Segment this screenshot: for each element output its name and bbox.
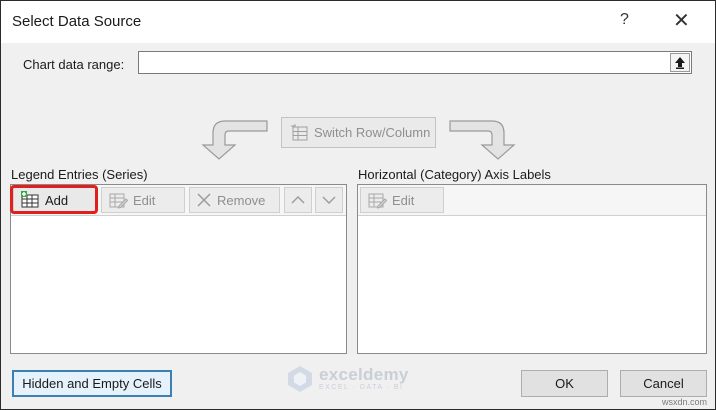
chart-data-range-input[interactable]: [138, 51, 692, 74]
ok-label: OK: [555, 376, 574, 391]
left-curved-arrow-icon: [201, 120, 268, 160]
right-curved-arrow-icon: [449, 120, 516, 160]
switch-row-column-label: Switch Row/Column: [314, 125, 431, 140]
select-data-source-dialog: Select Data Source ? ✕ Chart data range:…: [0, 0, 716, 410]
switch-row-column-button[interactable]: Switch Row/Column: [281, 117, 436, 148]
move-down-button[interactable]: [315, 187, 343, 213]
legend-toolbar: Add Edit Remove: [11, 185, 346, 216]
cancel-button[interactable]: Cancel: [620, 370, 707, 397]
help-button[interactable]: ?: [620, 11, 629, 29]
table-add-icon: [21, 191, 39, 208]
close-button[interactable]: ✕: [673, 8, 690, 33]
hidden-empty-cells-label: Hidden and Empty Cells: [22, 376, 162, 391]
legend-entries-label: Legend Entries (Series): [11, 167, 148, 182]
axis-toolbar: Edit: [358, 185, 706, 216]
axis-labels-list[interactable]: [358, 216, 706, 353]
cancel-label: Cancel: [643, 376, 684, 391]
logo-name: exceldemy: [319, 365, 409, 384]
remove-series-label: Remove: [217, 192, 266, 208]
logo-tagline: EXCEL · DATA · BI: [319, 384, 404, 391]
title-bar: Select Data Source ? ✕: [1, 1, 715, 43]
remove-series-button[interactable]: Remove: [189, 187, 280, 213]
add-series-button[interactable]: Add: [13, 187, 97, 213]
edit-series-button[interactable]: Edit: [101, 187, 185, 213]
switch-icon: [291, 123, 308, 140]
axis-labels-label: Horizontal (Category) Axis Labels: [358, 167, 551, 182]
table-edit-icon: [109, 193, 128, 209]
edit-series-label: Edit: [133, 192, 156, 208]
dialog-title: Select Data Source: [12, 13, 142, 30]
exceldemy-logo: exceldemy EXCEL · DATA · BI: [285, 362, 435, 396]
ok-button[interactable]: OK: [521, 370, 608, 397]
edit-axis-labels-button[interactable]: Edit: [360, 187, 444, 213]
hidden-empty-cells-button[interactable]: Hidden and Empty Cells: [12, 370, 172, 397]
move-up-button[interactable]: [284, 187, 312, 213]
edit-axis-labels-label: Edit: [392, 192, 415, 208]
add-series-label: Add: [45, 192, 69, 208]
table-edit-icon: [368, 193, 387, 209]
chevron-down-icon: [322, 196, 336, 204]
legend-entries-list[interactable]: [11, 216, 346, 353]
axis-labels-panel: Edit: [357, 184, 707, 354]
legend-entries-panel: Add Edit Remove: [10, 184, 347, 354]
upload-arrow-icon: [675, 57, 685, 69]
watermark: wsxdn.com: [662, 397, 708, 407]
chart-data-range-label: Chart data range:: [23, 57, 125, 72]
collapse-range-button[interactable]: [670, 53, 690, 72]
exceldemy-logo-icon: [288, 366, 312, 392]
chevron-up-icon: [291, 196, 305, 204]
x-icon: [197, 193, 211, 207]
